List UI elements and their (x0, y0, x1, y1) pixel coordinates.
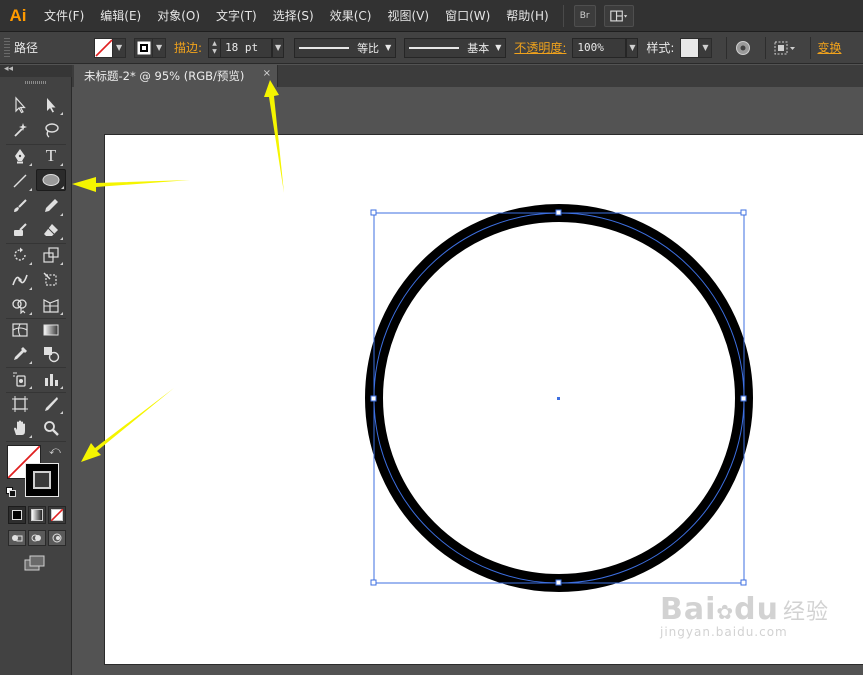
watermark-paw-icon: ✿ (716, 600, 735, 624)
handle-bottom-center[interactable] (555, 579, 562, 586)
handle-bottom-left[interactable] (370, 579, 377, 586)
baidu-watermark: Bai✿du 经验 jingyan.baidu.com (660, 592, 829, 639)
handle-top-left[interactable] (370, 209, 377, 216)
center-point (557, 397, 560, 400)
handle-middle-left[interactable] (370, 395, 377, 402)
watermark-url: jingyan.baidu.com (660, 625, 788, 639)
handle-top-center[interactable] (555, 209, 562, 216)
handle-top-right[interactable] (740, 209, 747, 216)
artwork-layer (365, 204, 753, 592)
watermark-brand-du: du (734, 592, 780, 627)
watermark-brand-latin: Bai (660, 592, 717, 627)
watermark-brand-cn: 经验 (783, 600, 830, 625)
watermark-brand: Bai✿du 经验 (660, 592, 829, 627)
handle-bottom-right[interactable] (740, 579, 747, 586)
handle-middle-right[interactable] (740, 395, 747, 402)
